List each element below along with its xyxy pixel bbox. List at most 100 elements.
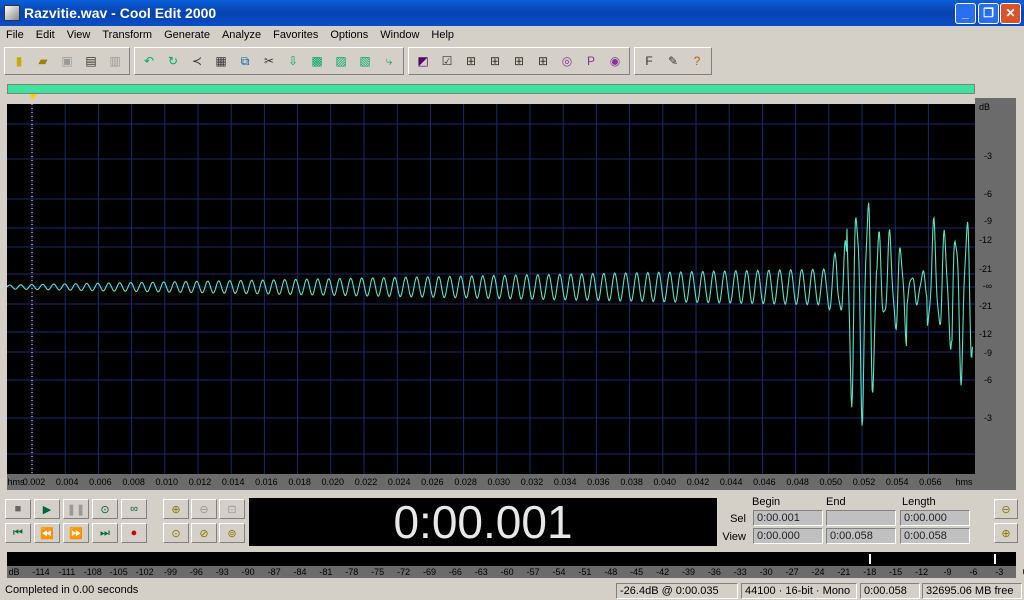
menu-options[interactable]: Options bbox=[324, 29, 374, 41]
meter-tick: -84 bbox=[293, 567, 307, 577]
playhead-marker-top[interactable] bbox=[29, 94, 37, 100]
open-folder-icon[interactable]: ▰ bbox=[32, 50, 54, 72]
query-icon[interactable]: ◎ bbox=[556, 50, 578, 72]
view-begin-field[interactable]: 0:00.000 bbox=[753, 528, 823, 544]
rewind-button[interactable]: ⏪ bbox=[34, 523, 60, 543]
properties-icon[interactable]: P bbox=[580, 50, 602, 72]
begin-header: Begin bbox=[752, 496, 781, 508]
meter-tick: -78 bbox=[345, 567, 359, 577]
vertical-zoom-out-icon[interactable]: ⊖ bbox=[994, 499, 1018, 519]
status-bar: Completed in 0.00 seconds -26.4dB @ 0:00… bbox=[0, 582, 1024, 600]
status-duration: 0:00.058 bbox=[860, 583, 920, 599]
go-to-start-button[interactable]: ⏮ bbox=[5, 523, 31, 543]
menu-help[interactable]: Help bbox=[425, 29, 460, 41]
meter-tick: -111 bbox=[58, 567, 76, 577]
waveform-display[interactable] bbox=[7, 104, 975, 474]
time-tick: 0.012 bbox=[188, 477, 212, 487]
zoom-right-icon[interactable]: ⊚ bbox=[219, 523, 245, 543]
trim-icon[interactable]: ▨ bbox=[330, 50, 352, 72]
view-length-field[interactable]: 0:00.058 bbox=[900, 528, 970, 544]
time-tick: 0.006 bbox=[89, 477, 112, 487]
undo-icon[interactable]: ↶ bbox=[138, 50, 160, 72]
time-tick: 0.024 bbox=[387, 477, 411, 487]
mix-paste-icon[interactable]: ≺ bbox=[186, 50, 208, 72]
db-tick: -3 bbox=[983, 413, 992, 423]
cut-icon[interactable]: ✂ bbox=[258, 50, 280, 72]
zoom-left-icon[interactable]: ⊘ bbox=[191, 523, 217, 543]
save-icon[interactable]: ▣ bbox=[56, 50, 78, 72]
maximize-button[interactable]: ❐ bbox=[978, 3, 999, 24]
minimize-button[interactable]: _ bbox=[955, 3, 976, 24]
overview-bar[interactable] bbox=[7, 84, 975, 94]
menu-transform[interactable]: Transform bbox=[96, 29, 158, 41]
time-display: 0:00.001 bbox=[249, 496, 717, 548]
zoom-selection-icon[interactable]: ⊙ bbox=[163, 523, 189, 543]
play-button[interactable]: ▶ bbox=[34, 499, 60, 519]
time-tick: 0.052 bbox=[852, 477, 876, 487]
meter-tick: -54 bbox=[552, 567, 566, 577]
zoom-out-icon[interactable]: ⊖ bbox=[191, 499, 217, 519]
pause-button[interactable]: ❚❚ bbox=[63, 499, 89, 519]
play-to-end-button[interactable]: ⊙ bbox=[92, 499, 118, 519]
meter-tick: -36 bbox=[707, 567, 721, 577]
mix-icon[interactable]: ⤷ bbox=[378, 50, 400, 72]
meter-tick: -6 bbox=[969, 567, 978, 577]
favorites-icon[interactable]: F bbox=[638, 50, 660, 72]
grid-icon-4[interactable]: ⊞ bbox=[532, 50, 554, 72]
db-tick: -∞ bbox=[982, 281, 992, 291]
vertical-zoom-in-icon[interactable]: ⊕ bbox=[994, 523, 1018, 543]
help-icon[interactable]: ? bbox=[686, 50, 708, 72]
cd-icon[interactable]: ◉ bbox=[604, 50, 626, 72]
menu-view[interactable]: View bbox=[61, 29, 97, 41]
transport-controls: ■ ▶ ❚❚ ⊙ ∞ ⏮ ⏪ ⏩ ⏭ ● bbox=[5, 498, 155, 546]
go-to-end-button[interactable]: ⏭ bbox=[92, 523, 118, 543]
menu-analyze[interactable]: Analyze bbox=[216, 29, 267, 41]
record-button[interactable]: ● bbox=[121, 523, 147, 543]
save-selection-icon[interactable]: ▥ bbox=[104, 50, 126, 72]
window-title: Razvitie.wav - Cool Edit 2000 bbox=[24, 5, 217, 21]
time-tick: 0.010 bbox=[155, 477, 179, 487]
selection-panel: Begin End Length Sel View 0:00.001 0:00.… bbox=[720, 496, 990, 548]
sel-length-field[interactable]: 0:00.000 bbox=[900, 510, 970, 526]
menu-generate[interactable]: Generate bbox=[158, 29, 216, 41]
spectral-view-icon[interactable]: ◩ bbox=[412, 50, 434, 72]
copy-icon[interactable]: ⧉ bbox=[234, 50, 256, 72]
db-tick: -21 bbox=[978, 301, 992, 311]
clipboard-icon[interactable]: ▦ bbox=[210, 50, 232, 72]
menu-file[interactable]: File bbox=[0, 29, 30, 41]
repeat-icon[interactable]: ↻ bbox=[162, 50, 184, 72]
menu-bar: File Edit View Transform Generate Analyz… bbox=[0, 26, 1024, 44]
checkbox-icon[interactable]: ☑ bbox=[436, 50, 458, 72]
paste-icon[interactable]: ⇩ bbox=[282, 50, 304, 72]
menu-edit[interactable]: Edit bbox=[30, 29, 61, 41]
new-file-icon[interactable]: ▮ bbox=[8, 50, 30, 72]
end-header: End bbox=[826, 496, 846, 508]
crop-icon[interactable]: ▧ bbox=[354, 50, 376, 72]
close-button[interactable]: ✕ bbox=[1000, 3, 1021, 24]
fast-forward-button[interactable]: ⏩ bbox=[63, 523, 89, 543]
loop-button[interactable]: ∞ bbox=[121, 499, 147, 519]
scroll-icon[interactable]: ✎ bbox=[662, 50, 684, 72]
meter-tick: -12 bbox=[915, 567, 929, 577]
db-tick: -12 bbox=[978, 329, 992, 339]
save-as-icon[interactable]: ▤ bbox=[80, 50, 102, 72]
stop-button[interactable]: ■ bbox=[5, 499, 31, 519]
menu-window[interactable]: Window bbox=[374, 29, 425, 41]
paste-new-icon[interactable]: ▩ bbox=[306, 50, 328, 72]
grid-icon-1[interactable]: ⊞ bbox=[460, 50, 482, 72]
menu-favorites[interactable]: Favorites bbox=[267, 29, 324, 41]
zoom-full-icon[interactable]: ⊡ bbox=[219, 499, 245, 519]
grid-icon-3[interactable]: ⊞ bbox=[508, 50, 530, 72]
meter-tick: -60 bbox=[500, 567, 514, 577]
db-tick: -21 bbox=[978, 264, 992, 274]
time-tick: 0.034 bbox=[553, 477, 577, 487]
app-icon[interactable] bbox=[4, 5, 20, 21]
view-end-field[interactable]: 0:00.058 bbox=[826, 528, 896, 544]
grid-icon-2[interactable]: ⊞ bbox=[484, 50, 506, 72]
meter-tick: -102 bbox=[135, 567, 154, 577]
meter-tick: -72 bbox=[397, 567, 411, 577]
meter-tick: -39 bbox=[681, 567, 696, 577]
zoom-in-icon[interactable]: ⊕ bbox=[163, 499, 189, 519]
sel-begin-field[interactable]: 0:00.001 bbox=[753, 510, 823, 526]
sel-end-field[interactable] bbox=[826, 510, 896, 526]
